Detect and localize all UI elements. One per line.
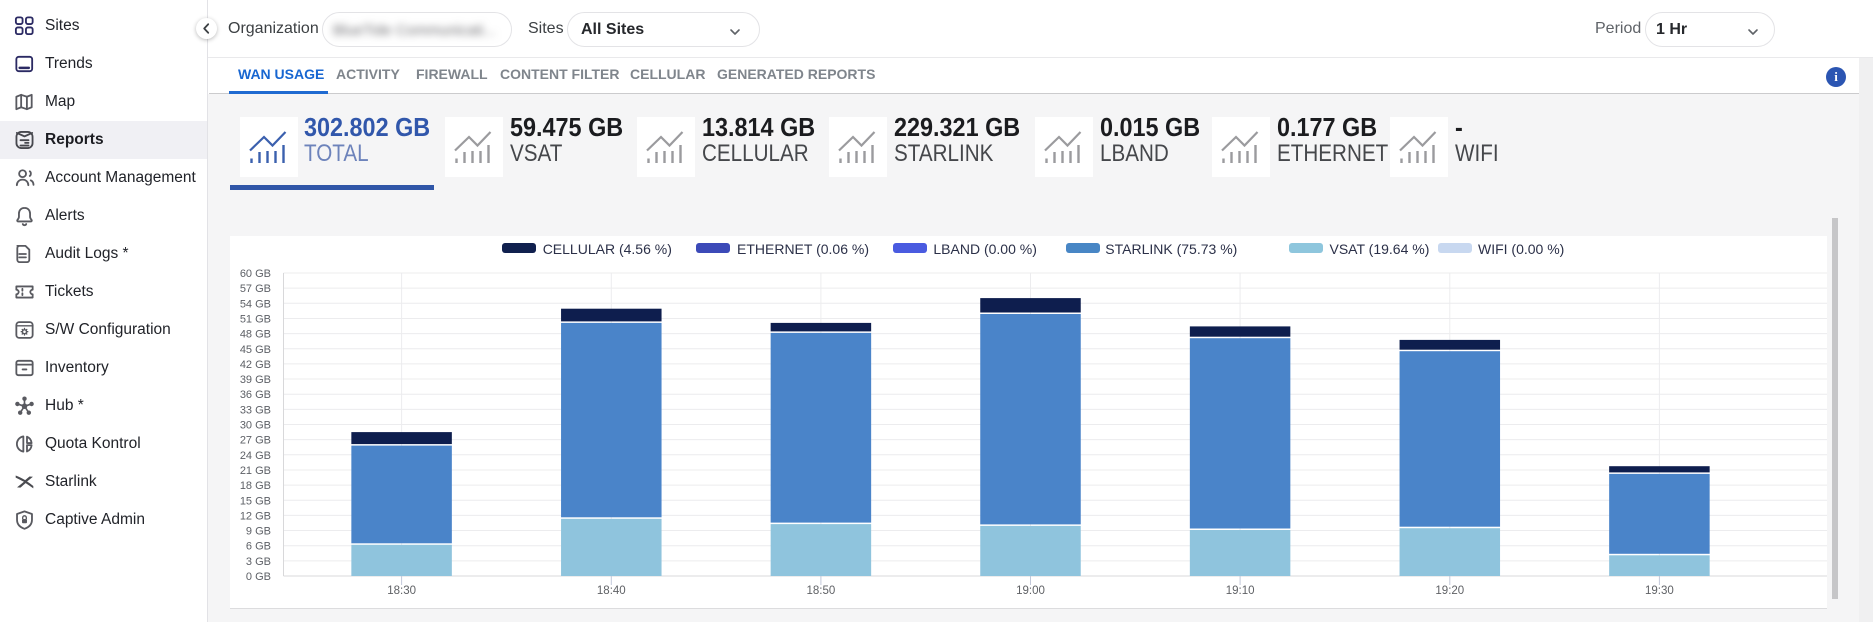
svg-text:12 GB: 12 GB — [240, 510, 271, 522]
svg-text:19:20: 19:20 — [1435, 585, 1464, 597]
svg-text:18:40: 18:40 — [597, 585, 626, 597]
svg-text:36 GB: 36 GB — [240, 389, 271, 401]
svg-text:18:30: 18:30 — [387, 585, 416, 597]
svg-text:6 GB: 6 GB — [246, 541, 271, 553]
svg-text:21 GB: 21 GB — [240, 465, 271, 477]
svg-text:42 GB: 42 GB — [240, 359, 271, 371]
svg-text:57 GB: 57 GB — [240, 283, 271, 295]
svg-text:19:10: 19:10 — [1226, 585, 1255, 597]
svg-text:27 GB: 27 GB — [240, 435, 271, 447]
svg-text:15 GB: 15 GB — [240, 495, 271, 507]
svg-text:19:30: 19:30 — [1645, 585, 1674, 597]
svg-text:54 GB: 54 GB — [240, 298, 271, 310]
svg-text:39 GB: 39 GB — [240, 374, 271, 386]
svg-text:18:50: 18:50 — [807, 585, 836, 597]
svg-text:33 GB: 33 GB — [240, 404, 271, 416]
svg-text:24 GB: 24 GB — [240, 450, 271, 462]
svg-text:48 GB: 48 GB — [240, 329, 271, 341]
svg-text:19:00: 19:00 — [1016, 585, 1045, 597]
svg-text:60 GB: 60 GB — [240, 268, 271, 280]
svg-text:51 GB: 51 GB — [240, 313, 271, 325]
svg-text:45 GB: 45 GB — [240, 344, 271, 356]
svg-text:0 GB: 0 GB — [246, 571, 271, 583]
svg-text:30 GB: 30 GB — [240, 420, 271, 432]
svg-text:9 GB: 9 GB — [246, 526, 271, 538]
svg-text:3 GB: 3 GB — [246, 556, 271, 568]
svg-text:18 GB: 18 GB — [240, 480, 271, 492]
